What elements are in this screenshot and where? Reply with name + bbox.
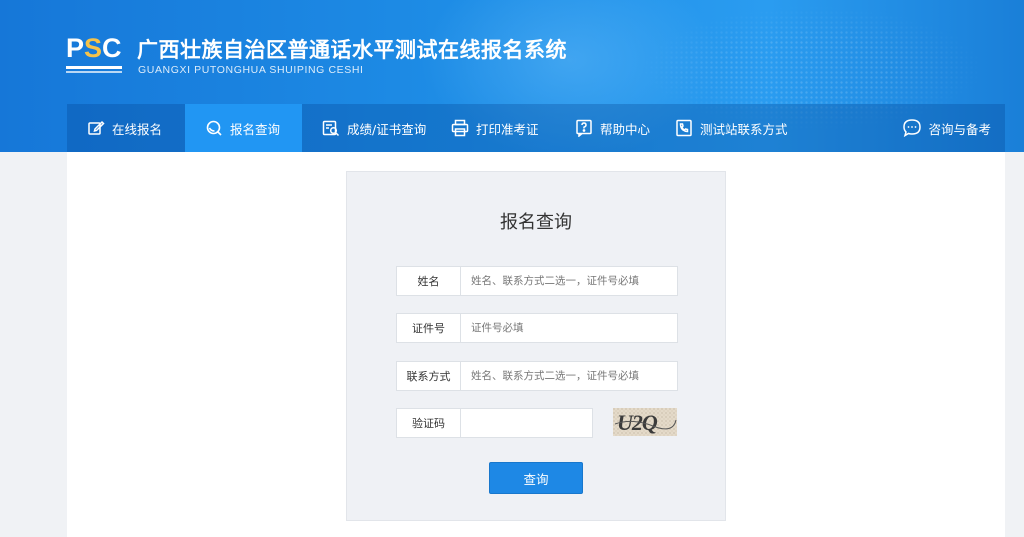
contact-input[interactable] xyxy=(460,361,678,391)
nav-label: 测试站联系方式 xyxy=(700,121,788,137)
name-row: 姓名 xyxy=(396,266,678,296)
nav-item-consult-prepare[interactable]: 咨询与备考 xyxy=(902,104,991,152)
nav-item-help-center[interactable]: 帮助中心 xyxy=(555,104,655,152)
id-number-row: 证件号 xyxy=(396,313,678,343)
id-number-input[interactable] xyxy=(460,313,678,343)
logo-text: PSC xyxy=(66,33,122,63)
nav-label: 成绩/证书查询 xyxy=(347,121,427,137)
search-icon xyxy=(206,120,222,136)
captcha-graphic: U2Q xyxy=(613,408,677,436)
nav-label: 咨询与备考 xyxy=(928,121,991,137)
name-input[interactable] xyxy=(460,266,678,296)
query-button[interactable]: 查询 xyxy=(489,462,583,494)
nav-label: 帮助中心 xyxy=(600,121,651,137)
chat-icon xyxy=(903,119,922,138)
name-label: 姓名 xyxy=(396,266,460,296)
certificate-search-icon xyxy=(322,120,340,137)
nav-item-test-station-contact[interactable]: 测试站联系方式 xyxy=(655,104,805,152)
main-nav: 在线报名 报名查询 成绩/证书查询 打印准考证 帮助中心 测试站联系方式 咨询与… xyxy=(67,104,1005,152)
captcha-label: 验证码 xyxy=(396,408,460,438)
nav-label: 在线报名 xyxy=(112,121,163,137)
nav-label: 打印准考证 xyxy=(476,121,539,137)
edit-icon xyxy=(88,120,105,135)
nav-label: 报名查询 xyxy=(230,121,281,137)
captcha-row: 验证码 xyxy=(396,408,593,438)
nav-item-online-registration[interactable]: 在线报名 xyxy=(67,104,185,152)
contact-phone-icon xyxy=(676,119,692,137)
site-subtitle: GUANGXI PUTONGHUA SHUIPING CESHI xyxy=(138,64,364,76)
registration-query-panel: 报名查询 姓名 证件号 联系方式 验证码 U2Q 查询 xyxy=(346,171,726,521)
site-header: PSC 广西壮族自治区普通话水平测试在线报名系统 GUANGXI PUTONGH… xyxy=(0,0,1024,152)
printer-icon xyxy=(451,119,469,137)
site-title: 广西壮族自治区普通话水平测试在线报名系统 xyxy=(137,38,567,62)
contact-label: 联系方式 xyxy=(396,361,460,391)
panel-title: 报名查询 xyxy=(500,212,572,233)
psc-logo: PSC xyxy=(66,34,124,76)
id-number-label: 证件号 xyxy=(396,313,460,343)
captcha-input[interactable] xyxy=(460,408,593,438)
contact-row: 联系方式 xyxy=(396,361,678,391)
help-icon xyxy=(576,119,592,137)
nav-item-registration-query[interactable]: 报名查询 xyxy=(185,104,302,152)
nav-item-print-admission-ticket[interactable]: 打印准考证 xyxy=(431,104,555,152)
captcha-image[interactable]: U2Q xyxy=(613,408,677,436)
nav-item-score-certificate-query[interactable]: 成绩/证书查询 xyxy=(302,104,431,152)
